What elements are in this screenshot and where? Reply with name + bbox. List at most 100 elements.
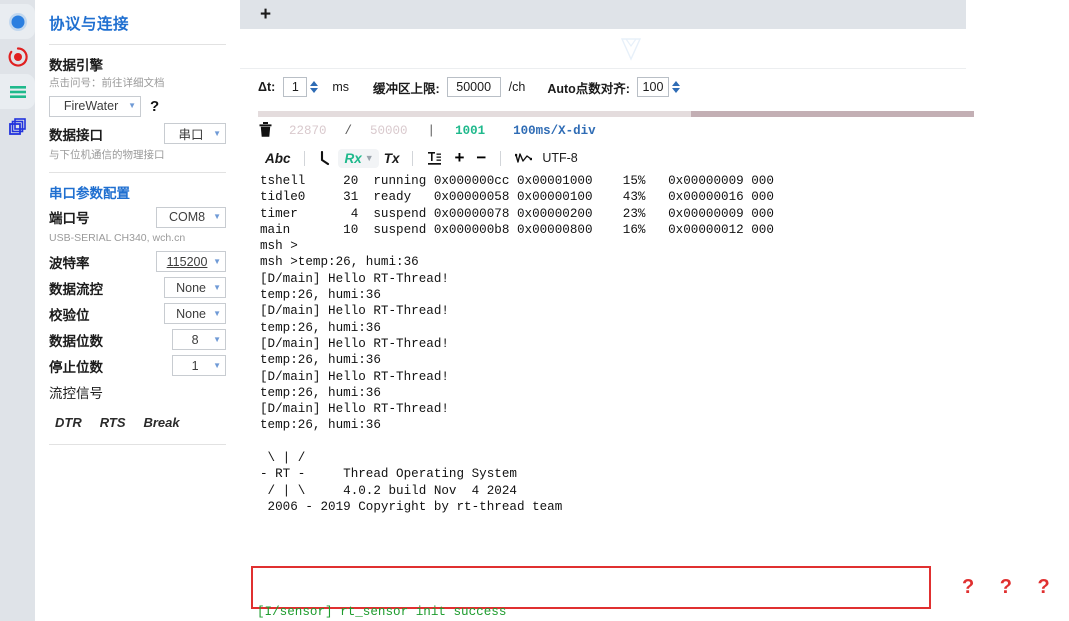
main-panel: + Δt: 1 ms 缓冲区上限: 50000 /ch Auto点数对齐: 10… <box>240 0 1069 621</box>
serial-config-heading: 串口参数配置 <box>49 186 130 202</box>
zoom-in-button[interactable]: + <box>448 148 470 168</box>
flow-row: 数据流控 None ▼ <box>49 277 226 299</box>
baud-row: 波特率 115200 ▼ <box>49 251 226 273</box>
parity-select[interactable]: None ▼ <box>164 303 226 325</box>
baud-label: 波特率 <box>49 255 90 271</box>
terminal-line: [D/main] Hello RT-Thread! <box>260 402 449 417</box>
chevron-down-icon: ▼ <box>213 360 221 370</box>
error-highlight-box: [I/sensor] rt_sensor init success (dev !… <box>251 566 931 619</box>
dt-input[interactable]: 1 <box>283 77 308 97</box>
chevron-down-icon: ▼ <box>128 101 136 111</box>
dt-unit: ms <box>332 80 349 94</box>
scrollbar-thumb[interactable] <box>691 111 974 117</box>
flow-select[interactable]: None ▼ <box>164 277 226 299</box>
baud-value: 115200 <box>166 254 208 269</box>
terminal-line: [D/main] Hello RT-Thread! <box>260 271 449 286</box>
sensor-init-line: [I/sensor] rt_sensor init success <box>257 604 507 619</box>
buffer-total: 50000 <box>370 124 408 138</box>
sample-rate: 1001 <box>455 124 486 138</box>
align-label: Auto点数对齐: <box>547 81 630 96</box>
horizontal-scrollbar[interactable] <box>258 111 974 117</box>
chevron-down-icon: ▼ <box>213 128 221 138</box>
signals-label-row: 流控信号 <box>49 381 226 403</box>
flow-label: 数据流控 <box>49 281 103 297</box>
databits-row: 数据位数 8 ▼ <box>49 329 226 351</box>
rx-mode-select[interactable]: Rx ▼ <box>337 148 379 168</box>
parity-value: None <box>176 306 206 321</box>
enter-arrow-icon <box>320 150 329 165</box>
flow-value: None <box>176 280 206 295</box>
data-interface-value: 串口 <box>178 128 204 143</box>
signal-buttons: DTR RTS Break <box>49 407 226 430</box>
port-value: COM8 <box>168 210 206 225</box>
buffer-unit: /ch <box>508 80 526 94</box>
divider <box>49 443 226 445</box>
buffer-slash: / <box>344 124 353 138</box>
dtr-button[interactable]: DTR <box>55 415 82 430</box>
data-interface-select[interactable]: 串口 ▼ <box>164 123 226 145</box>
align-stepper[interactable] <box>671 81 680 93</box>
record-icon-button[interactable] <box>0 39 35 74</box>
help-question-icon[interactable]: ? <box>150 98 159 115</box>
chevron-down-icon: ▼ <box>213 282 221 292</box>
stopbits-select[interactable]: 1 ▼ <box>172 355 226 377</box>
terminal-output[interactable]: tshell 20 running 0x000000cc 0x00001000 … <box>240 171 966 541</box>
status-dot-icon-button[interactable] <box>0 4 35 39</box>
terminal-line: msh > <box>260 239 298 254</box>
terminal-line: 2006 - 2019 Copyright by rt-thread team <box>260 499 563 514</box>
text-format-button[interactable] <box>421 151 448 166</box>
toolbar-divider <box>303 150 305 166</box>
toolbar-divider <box>412 150 414 166</box>
buffer-label: 缓冲区上限: <box>372 81 440 96</box>
layers-icon-button[interactable] <box>0 109 35 144</box>
break-button[interactable]: Break <box>143 415 179 430</box>
zoom-out-button[interactable]: − <box>470 148 492 168</box>
port-select[interactable]: COM8 ▼ <box>156 206 226 228</box>
tab-bar: + <box>240 0 966 29</box>
dt-stepper[interactable] <box>310 81 319 93</box>
clear-buffer-button[interactable] <box>258 121 273 142</box>
stopbits-row: 停止位数 1 ▼ <box>49 355 226 377</box>
toolbar-divider <box>500 150 502 166</box>
waveform-button[interactable] <box>509 152 538 165</box>
buffer-used: 22870 <box>289 124 327 138</box>
trash-icon <box>259 121 272 137</box>
chevron-down-icon: ▼ <box>364 153 374 163</box>
record-icon <box>8 46 28 67</box>
terminal-line: temp:26, humi:36 <box>260 418 381 433</box>
buffer-input[interactable]: 50000 <box>446 77 501 97</box>
terminal-line: tidle0 31 ready 0x00000058 0x00000100 43… <box>260 190 774 205</box>
menu-lines-icon <box>9 85 26 98</box>
plot-area[interactable] <box>240 29 966 69</box>
terminal-line: [D/main] Hello RT-Thread! <box>260 336 449 351</box>
capture-controls: Δt: 1 ms 缓冲区上限: 50000 /ch Auto点数对齐: 100 <box>240 69 966 105</box>
terminal-line: [D/main] Hello RT-Thread! <box>260 369 449 384</box>
buffer-status-row: 22870 / 50000 | 1001 100ms/X-div <box>240 117 1069 145</box>
add-tab-button[interactable]: + <box>260 5 271 24</box>
panel-title: 协议与连接 <box>49 16 130 33</box>
align-input[interactable]: 100 <box>636 77 669 97</box>
text-lines-icon <box>428 151 442 165</box>
terminal-line: main 10 suspend 0x000000b8 0x00000800 16… <box>260 222 774 237</box>
question-marks-annotation: ? ? ? <box>962 576 1060 598</box>
data-engine-heading: 数据引擎 <box>49 58 103 73</box>
terminal-line: msh >temp:26, humi:36 <box>260 255 419 270</box>
terminal-line: [D/main] Hello RT-Thread! <box>260 304 449 319</box>
divider <box>49 172 226 174</box>
tx-button[interactable]: Tx <box>379 151 405 166</box>
menu-lines-icon-button[interactable] <box>0 74 35 109</box>
newline-button[interactable] <box>313 150 338 166</box>
divider <box>49 44 226 45</box>
terminal-line: / | \ 4.0.2 build Nov 4 2024 <box>260 483 517 498</box>
status-dot-icon <box>8 12 27 31</box>
baud-select[interactable]: 115200 ▼ <box>156 251 226 273</box>
encoding-select[interactable]: UTF-8 <box>542 151 577 165</box>
port-hint: USB-SERIAL CH340, wch.cn <box>49 232 186 245</box>
databits-select[interactable]: 8 ▼ <box>172 329 226 351</box>
font-abc-button[interactable]: Abc <box>260 151 296 166</box>
data-engine-select[interactable]: FireWater ▼ <box>49 95 141 117</box>
chevron-down-icon: ▼ <box>213 212 221 222</box>
rts-button[interactable]: RTS <box>100 415 126 430</box>
parity-label: 校验位 <box>49 307 90 323</box>
